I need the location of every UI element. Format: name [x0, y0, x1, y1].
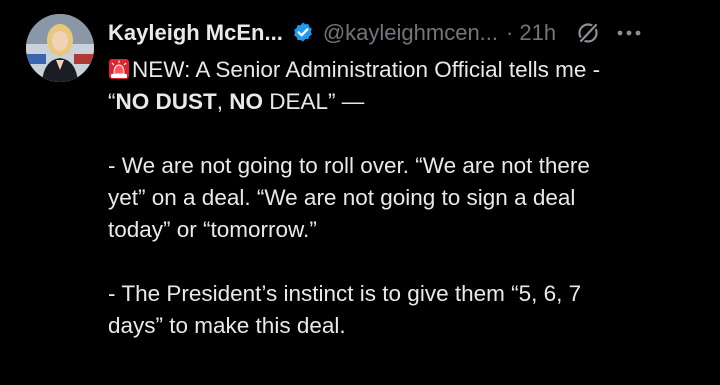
- police-light-emoji-icon: [108, 57, 130, 79]
- tweet-line-1: NEW: A Senior Administration Official te…: [132, 57, 601, 82]
- bold-phrase-no: NO: [229, 89, 264, 114]
- tweet-line-2-rest: DEAL” —: [263, 89, 365, 114]
- author-name[interactable]: Kayleigh McEn...: [108, 20, 283, 46]
- tweet-line-3: - We are not going to roll over. “We are…: [108, 153, 590, 178]
- author-handle[interactable]: @kayleighmcen...: [323, 20, 498, 46]
- tweet-header: Kayleigh McEn... @kayleighmcen... · 21h: [108, 16, 708, 50]
- avatar[interactable]: [26, 14, 94, 82]
- comma: ,: [216, 89, 230, 114]
- tweet-text: NEW: A Senior Administration Official te…: [108, 54, 688, 342]
- more-horizontal-icon[interactable]: [616, 21, 642, 45]
- paragraph-break: [108, 118, 688, 150]
- grok-icon[interactable]: [576, 21, 600, 45]
- tweet-line-7: days” to make this deal.: [108, 313, 346, 338]
- tweet-line: “NO DUST, NO DEAL” —: [108, 86, 688, 118]
- tweet-line-4: yet” on a deal. “We are not going to sig…: [108, 185, 576, 210]
- timestamp[interactable]: 21h: [519, 20, 556, 46]
- verified-badge-icon: [291, 21, 315, 45]
- tweet-line: NEW: A Senior Administration Official te…: [108, 54, 688, 86]
- tweet-line-5: today” or “tomorrow.”: [108, 217, 317, 242]
- open-quote: “: [108, 89, 116, 114]
- paragraph-break: [108, 246, 688, 278]
- separator-dot: ·: [506, 20, 514, 45]
- tweet-card[interactable]: Kayleigh McEn... @kayleighmcen... · 21h: [0, 0, 720, 385]
- tweet-line-6: - The President’s instinct is to give th…: [108, 281, 582, 306]
- bold-phrase-no-dust: NO DUST: [115, 89, 217, 114]
